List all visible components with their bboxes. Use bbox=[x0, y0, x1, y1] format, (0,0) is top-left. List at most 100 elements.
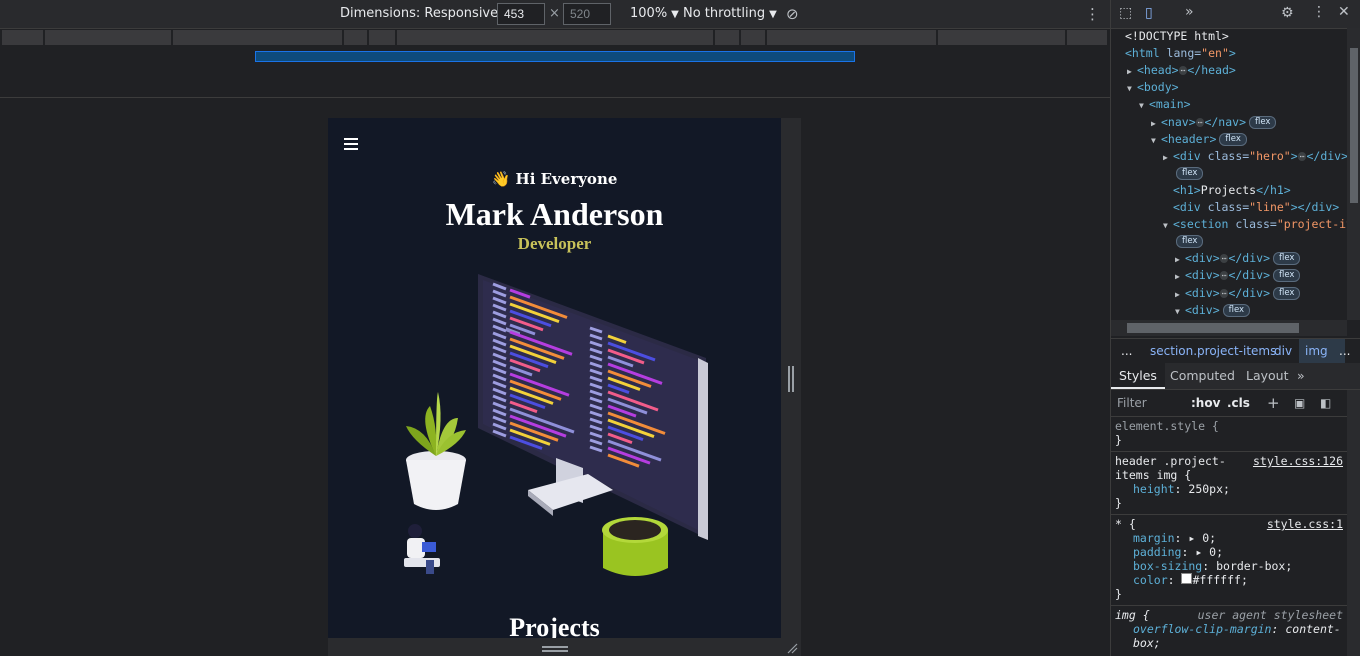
settings-gear-icon[interactable]: ⚙ bbox=[1281, 5, 1294, 21]
style-rule: style.css:1 * { margin: ▸ 0; padding: ▸ 0… bbox=[1111, 515, 1347, 606]
inspect-element-icon[interactable]: ⬚ bbox=[1119, 5, 1132, 21]
filter-input[interactable]: Filter bbox=[1117, 390, 1147, 416]
rule-selector[interactable]: img { bbox=[1115, 608, 1150, 622]
tab-computed[interactable]: Computed bbox=[1162, 363, 1243, 389]
tree-node[interactable]: ▼ <body> bbox=[1127, 79, 1179, 96]
more-options-icon[interactable]: ⋮ bbox=[1312, 4, 1326, 20]
tree-node[interactable]: <div class="line"></div> bbox=[1173, 199, 1339, 216]
dimensions-dropdown[interactable]: Dimensions: Responsive▼ bbox=[340, 0, 510, 28]
tree-node[interactable]: ▼ <main> bbox=[1139, 96, 1191, 113]
cls-toggle[interactable]: .cls bbox=[1227, 390, 1250, 416]
rule-selector[interactable]: header .project-items img { bbox=[1115, 454, 1235, 482]
more-options-icon[interactable]: ⋮ bbox=[1085, 0, 1100, 28]
device-toggle-icon[interactable]: ▯ bbox=[1145, 5, 1153, 21]
toggle-sidebar-icon[interactable]: ◧ bbox=[1320, 390, 1331, 416]
breadcrumb: ... section.project-items div img ... bbox=[1111, 338, 1360, 364]
paint-brush-icon[interactable]: ▣ bbox=[1294, 390, 1305, 416]
resize-handle-bottom[interactable] bbox=[542, 646, 568, 652]
collapse-triangle-icon: ▼ bbox=[1127, 84, 1132, 93]
tree-node[interactable]: ▶ <head> ⋯ </head> bbox=[1127, 62, 1236, 79]
flex-badge: flex bbox=[1249, 116, 1277, 129]
rule-selector[interactable]: element.style { bbox=[1115, 419, 1343, 433]
media-query-bar bbox=[0, 30, 1110, 45]
styles-scrollbar[interactable] bbox=[1347, 390, 1360, 656]
caret-down-icon: ▼ bbox=[769, 9, 777, 20]
rule-close-brace: } bbox=[1115, 496, 1122, 510]
rule-close-brace: } bbox=[1115, 433, 1122, 447]
media-query-segment[interactable] bbox=[2, 30, 44, 45]
breadcrumb-overflow-left[interactable]: ... bbox=[1121, 339, 1132, 363]
hamburger-menu-icon[interactable] bbox=[344, 138, 358, 153]
zoom-dropdown[interactable]: 100% ▼ bbox=[630, 0, 679, 28]
hov-toggle[interactable]: :hov bbox=[1191, 390, 1220, 416]
elements-hscroll-thumb[interactable] bbox=[1127, 323, 1299, 333]
style-rule: style.css:126 header .project-items img {… bbox=[1111, 452, 1347, 515]
tab-layout[interactable]: Layout bbox=[1238, 363, 1297, 389]
style-declaration[interactable]: height: 250px; bbox=[1115, 482, 1343, 496]
height-input[interactable]: 520 bbox=[563, 3, 611, 25]
styles-filter-bar: Filter :hov .cls + ▣ ◧ bbox=[1111, 390, 1360, 417]
color-swatch[interactable] bbox=[1181, 573, 1193, 584]
coffee-cup-illustration bbox=[602, 517, 668, 576]
media-query-segment[interactable] bbox=[741, 30, 766, 45]
resize-corner-icon[interactable] bbox=[786, 642, 798, 654]
media-query-segment[interactable] bbox=[45, 30, 172, 45]
media-query-segment[interactable] bbox=[173, 30, 343, 45]
ruler-divider bbox=[0, 97, 1110, 98]
style-declaration[interactable]: margin: ▸ 0; bbox=[1115, 531, 1343, 545]
styles-pane: element.style { } style.css:126 header .p… bbox=[1111, 417, 1347, 656]
more-tabs-icon[interactable]: » bbox=[1185, 4, 1194, 20]
breadcrumb-overflow-right[interactable]: ... bbox=[1339, 339, 1350, 363]
tree-node[interactable]: ▼ <section class="project-it bbox=[1163, 216, 1347, 233]
expand-triangle-icon: ▶ bbox=[1163, 153, 1168, 162]
tree-node[interactable]: <!DOCTYPE html> bbox=[1125, 28, 1229, 45]
style-declaration[interactable]: color: #ffffff; bbox=[1115, 573, 1343, 587]
tree-node[interactable]: ▶ <div> ⋯ </div> flex bbox=[1175, 250, 1301, 267]
tree-node[interactable]: <h1>Projects</h1> bbox=[1173, 182, 1291, 199]
source-link[interactable]: style.css:1 bbox=[1267, 517, 1343, 531]
media-query-segment[interactable] bbox=[938, 30, 1066, 45]
elements-scroll-thumb[interactable] bbox=[1350, 48, 1358, 203]
media-query-segment[interactable] bbox=[397, 30, 714, 45]
collapse-triangle-icon: ▼ bbox=[1163, 221, 1168, 230]
source-link[interactable]: style.css:126 bbox=[1253, 454, 1343, 468]
flex-badge: flex bbox=[1219, 133, 1247, 146]
breadcrumb-div[interactable]: div bbox=[1274, 339, 1292, 363]
tree-node[interactable]: <html lang="en"> bbox=[1125, 45, 1236, 62]
style-declaration[interactable]: padding: ▸ 0; bbox=[1115, 545, 1343, 559]
elements-tree: <!DOCTYPE html> <html lang="en"> ▶ <head>… bbox=[1111, 28, 1347, 320]
plant-illustration bbox=[406, 392, 466, 510]
expand-triangle-icon: ▶ bbox=[1175, 290, 1180, 299]
style-declaration[interactable]: overflow-clip-margin: content-box; bbox=[1115, 622, 1343, 650]
resize-handle-side[interactable] bbox=[788, 366, 794, 392]
rotate-icon[interactable]: ⊘ bbox=[786, 0, 799, 28]
tree-node[interactable]: ▶ <div class="hero"> ⋯ </div> bbox=[1163, 148, 1347, 165]
rule-selector[interactable]: * { bbox=[1115, 517, 1136, 531]
style-declaration[interactable]: box-sizing: border-box; bbox=[1115, 559, 1343, 573]
throttling-dropdown[interactable]: No throttling ▼ bbox=[683, 0, 777, 28]
media-query-segment[interactable] bbox=[1067, 30, 1108, 45]
width-input[interactable]: 453 bbox=[497, 3, 545, 25]
device-toolbar: Dimensions: Responsive▼ 453 × 520 100%▼ … bbox=[0, 0, 1110, 29]
collapse-triangle-icon: ▼ bbox=[1139, 101, 1144, 110]
media-query-segment[interactable] bbox=[715, 30, 740, 45]
media-query-segment[interactable] bbox=[767, 30, 937, 45]
add-rule-icon[interactable]: + bbox=[1267, 390, 1280, 416]
tree-node[interactable]: ▼ <header> flex bbox=[1151, 131, 1247, 148]
breadcrumb-section[interactable]: section.project-items bbox=[1150, 339, 1276, 363]
rule-close-brace: } bbox=[1115, 587, 1122, 601]
tab-styles[interactable]: Styles bbox=[1111, 363, 1165, 389]
tree-node[interactable]: ▶ <nav> ⋯ </nav> flex bbox=[1151, 114, 1277, 131]
media-query-segment[interactable] bbox=[344, 30, 368, 45]
close-icon[interactable]: ✕ bbox=[1338, 4, 1350, 20]
more-tabs-icon[interactable]: » bbox=[1289, 363, 1313, 389]
flex-badge: flex bbox=[1222, 304, 1251, 317]
flex-badge: flex bbox=[1273, 252, 1301, 265]
media-query-segment[interactable] bbox=[369, 30, 396, 45]
tree-node[interactable]: ▶ <div> ⋯ </div> flex bbox=[1175, 285, 1301, 302]
breakpoint-indicator[interactable] bbox=[255, 51, 855, 62]
tree-node[interactable]: ▼ <div> flex bbox=[1175, 302, 1251, 319]
tree-node[interactable]: ▶ <div> ⋯ </div> flex bbox=[1175, 267, 1301, 284]
greeting-text: Hi Everyone bbox=[515, 170, 618, 188]
expand-triangle-icon: ▶ bbox=[1151, 119, 1156, 128]
